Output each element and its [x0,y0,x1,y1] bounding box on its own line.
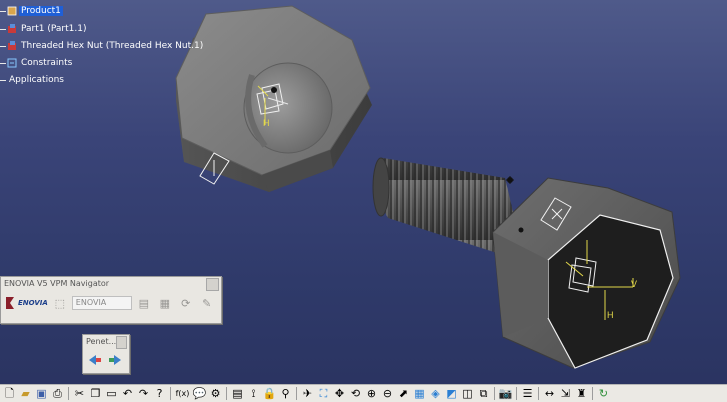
open-folder-icon[interactable]: ▰ [18,386,33,401]
measure-between-icon[interactable]: ↔ [542,386,557,401]
penetration-right-icon[interactable] [106,351,124,369]
catalog-icon[interactable]: ☰ [520,386,535,401]
enovia-logo[interactable]: ENOVIA [4,293,48,313]
close-button[interactable] [206,277,219,291]
enovia-vpm-navigator-toolbar[interactable]: ENOVIA V5 VPM Navigator ENOVIA ⬚ ENOVIA … [0,276,222,324]
part-icon [7,24,17,34]
camera-icon[interactable]: 📷 [498,386,513,401]
hide-show-icon[interactable]: ◫ [460,386,475,401]
toolbar-body: ENOVIA ⬚ ENOVIA search ▤ ▦ ⟳ ✎ [1,291,221,315]
tree-item-label[interactable]: Constraints [19,58,74,68]
penetration-toolbar[interactable]: Penet... [82,334,130,374]
toolbar-titlebar[interactable]: Penet... [83,335,129,349]
tree-item-label[interactable]: Part1 (Part1.1) [19,24,88,34]
3d-viewport[interactable]: H V H Product1 Part1 (Part1.1) Threaded … [0,0,727,401]
swap-visible-icon[interactable]: ⧉ [476,386,491,401]
product-icon [7,6,17,16]
penetration-left-icon[interactable] [86,351,104,369]
bolt-compass-h-label: H [607,310,614,320]
hex-nut[interactable] [175,5,372,192]
table-icon[interactable]: ▤ [230,386,245,401]
measure-inertia-icon[interactable]: ♜ [574,386,589,401]
tree-icon[interactable]: ⟟ [246,386,261,401]
toolbar-titlebar[interactable]: ENOVIA V5 VPM Navigator [1,277,221,291]
enovia-search-field[interactable]: ENOVIA search [71,296,132,310]
tree-connector [0,10,6,12]
print-icon[interactable]: ⎙ [50,386,65,401]
bolt-compass-v-label: V [631,279,637,289]
enovia-logo-text: ENOVIA [18,299,48,307]
zoom-in-icon[interactable]: ⊕ [364,386,379,401]
tree-item-threaded-hex-nut[interactable]: Threaded Hex Nut (Threaded Hex Nut.1) [0,39,205,53]
cut-icon[interactable]: ✂ [72,386,87,401]
tree-item-label[interactable]: Threaded Hex Nut (Threaded Hex Nut.1) [19,41,205,51]
tree-connector [0,45,6,47]
standard-toolbar: 🗋 ▰ ▣ ⎙ ✂ ❐ ▭ ↶ ↷ ? f(x) 💬 ⚙ ▤ ⟟ 🔒 ⚲ ✈ ⛶… [0,384,727,402]
formula-icon[interactable]: f(x) [174,386,191,401]
help-icon[interactable]: ? [152,386,167,401]
tree-connector [0,62,6,64]
tools-icon[interactable]: ✎ [198,294,216,312]
settings-icon[interactable]: ⚙ [208,386,223,401]
multi-view-icon[interactable]: ▦ [412,386,427,401]
hex-bolt[interactable] [372,157,681,369]
tree-item-product1[interactable]: Product1 [0,4,63,18]
part-icon [7,41,17,51]
update-icon[interactable]: ↻ [596,386,611,401]
nut-compass-h-label: H [263,118,270,128]
tree-item-applications[interactable]: Applications [0,73,66,87]
pan-icon[interactable]: ✥ [332,386,347,401]
3d-scene[interactable]: H V H [0,0,727,384]
rotate-icon[interactable]: ⟲ [348,386,363,401]
tree-item-part1[interactable]: Part1 (Part1.1) [0,22,88,36]
save-icon[interactable]: ▦ [156,294,174,312]
document-icon[interactable]: ▤ [135,294,153,312]
comment-icon[interactable]: 💬 [192,386,207,401]
refresh-icon[interactable]: ⟳ [177,294,195,312]
tree-connector [0,79,6,81]
undo-icon[interactable]: ↶ [120,386,135,401]
iso-view-icon[interactable]: ◈ [428,386,443,401]
constraints-icon [7,58,17,68]
link-icon[interactable]: ⚲ [278,386,293,401]
save-icon[interactable]: ▣ [34,386,49,401]
new-file-icon[interactable]: 🗋 [2,386,17,401]
tree-connector [0,28,6,30]
search-icon[interactable]: ⬚ [51,294,69,312]
fit-all-icon[interactable]: ⛶ [316,386,331,401]
shading-icon[interactable]: ◩ [444,386,459,401]
close-button[interactable] [116,335,127,349]
toolbar-title: Penet... [86,337,117,346]
fly-mode-icon[interactable]: ✈ [300,386,315,401]
lock-icon[interactable]: 🔒 [262,386,277,401]
zoom-out-icon[interactable]: ⊖ [380,386,395,401]
toolbar-title: ENOVIA V5 VPM Navigator [4,279,110,288]
tree-item-constraints[interactable]: Constraints [0,56,74,70]
toolbar-body [83,349,129,371]
copy-icon[interactable]: ❐ [88,386,103,401]
paste-icon[interactable]: ▭ [104,386,119,401]
tree-item-label[interactable]: Product1 [19,6,63,16]
tree-item-label[interactable]: Applications [7,75,66,85]
measure-item-icon[interactable]: ⇲ [558,386,573,401]
redo-icon[interactable]: ↷ [136,386,151,401]
normal-view-icon[interactable]: ⬈ [396,386,411,401]
